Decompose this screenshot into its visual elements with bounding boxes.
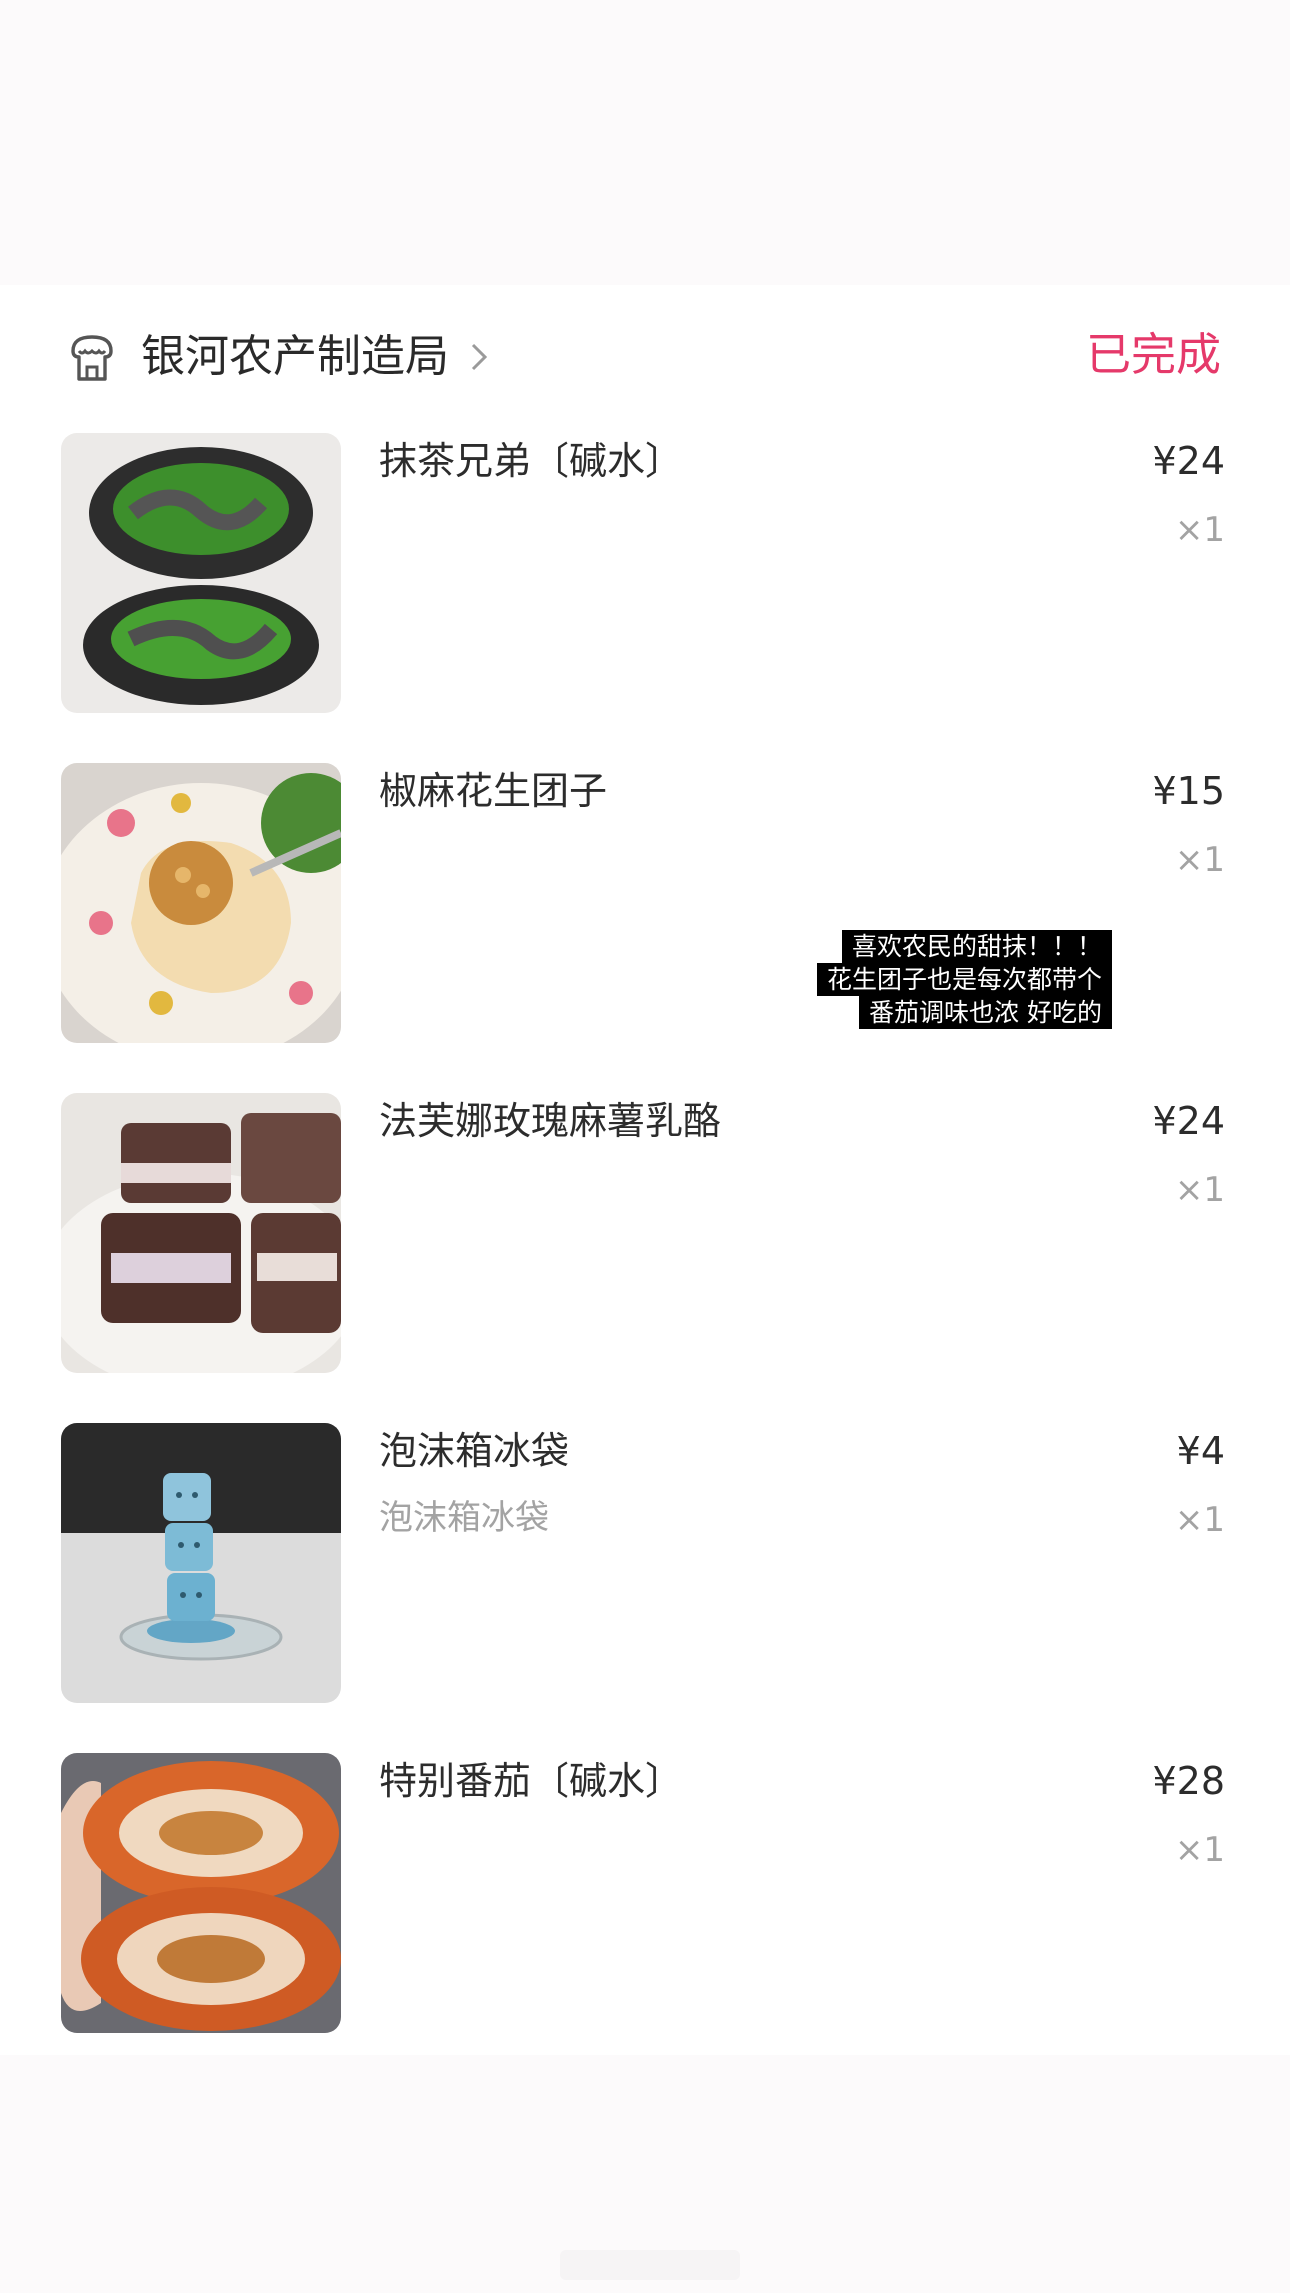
order-card: 银河农产制造局 已完成 抹茶兄弟〔碱水〕 ¥24 ×1 椒麻花生团子 ¥15 ×… bbox=[25, 285, 1261, 2055]
item-quantity: ×1 bbox=[1174, 1170, 1225, 1210]
item-price: ¥24 bbox=[1152, 1099, 1225, 1143]
item-quantity: ×1 bbox=[1174, 840, 1225, 880]
item-quantity: ×1 bbox=[1174, 1500, 1225, 1540]
order-item[interactable]: 抹茶兄弟〔碱水〕 ¥24 ×1 bbox=[61, 433, 1225, 713]
item-name: 椒麻花生团子 bbox=[379, 769, 608, 813]
top-blank-area bbox=[0, 0, 1290, 285]
ice-cube-photo bbox=[61, 1423, 341, 1703]
chocolate-mochi-cheese-photo bbox=[61, 1093, 341, 1373]
order-item[interactable]: 特别番茄〔碱水〕 ¥28 ×1 bbox=[61, 1753, 1225, 2033]
item-spec: 泡沫箱冰袋 bbox=[379, 1498, 549, 1538]
item-price: ¥24 bbox=[1152, 439, 1225, 483]
tomato-bread-photo bbox=[61, 1753, 341, 2033]
caption-line: 花生团子也是每次都带个 bbox=[816, 963, 1112, 996]
item-quantity: ×1 bbox=[1174, 1830, 1225, 1870]
caption-line: 番茄调味也浓 好吃的 bbox=[859, 996, 1112, 1029]
caption-overlay: 喜欢农民的甜抹！！！ 花生团子也是每次都带个 番茄调味也浓 好吃的 bbox=[796, 930, 1112, 1029]
shop-icon bbox=[71, 335, 113, 381]
item-price: ¥15 bbox=[1152, 769, 1225, 813]
item-name: 法芙娜玫瑰麻薯乳酪 bbox=[379, 1099, 722, 1143]
item-name: 泡沫箱冰袋 bbox=[379, 1429, 570, 1473]
shop-name[interactable]: 银河农产制造局 bbox=[141, 327, 449, 387]
item-price: ¥4 bbox=[1176, 1429, 1225, 1473]
item-name: 特别番茄〔碱水〕 bbox=[379, 1759, 684, 1803]
item-price: ¥28 bbox=[1152, 1759, 1225, 1803]
bottom-watermark-smudge bbox=[560, 2250, 740, 2280]
peanut-dumpling-photo bbox=[61, 763, 341, 1043]
order-status: 已完成 bbox=[1085, 328, 1221, 381]
caption-line: 喜欢农民的甜抹！！！ bbox=[841, 930, 1112, 963]
item-name: 抹茶兄弟〔碱水〕 bbox=[379, 439, 684, 483]
order-item[interactable]: 泡沫箱冰袋 泡沫箱冰袋 ¥4 ×1 bbox=[61, 1423, 1225, 1703]
shop-header[interactable]: 银河农产制造局 已完成 bbox=[25, 285, 1261, 415]
matcha-bread-photo bbox=[61, 433, 341, 713]
item-quantity: ×1 bbox=[1174, 510, 1225, 550]
chevron-right-icon[interactable] bbox=[465, 337, 493, 377]
order-item[interactable]: 法芙娜玫瑰麻薯乳酪 ¥24 ×1 bbox=[61, 1093, 1225, 1373]
